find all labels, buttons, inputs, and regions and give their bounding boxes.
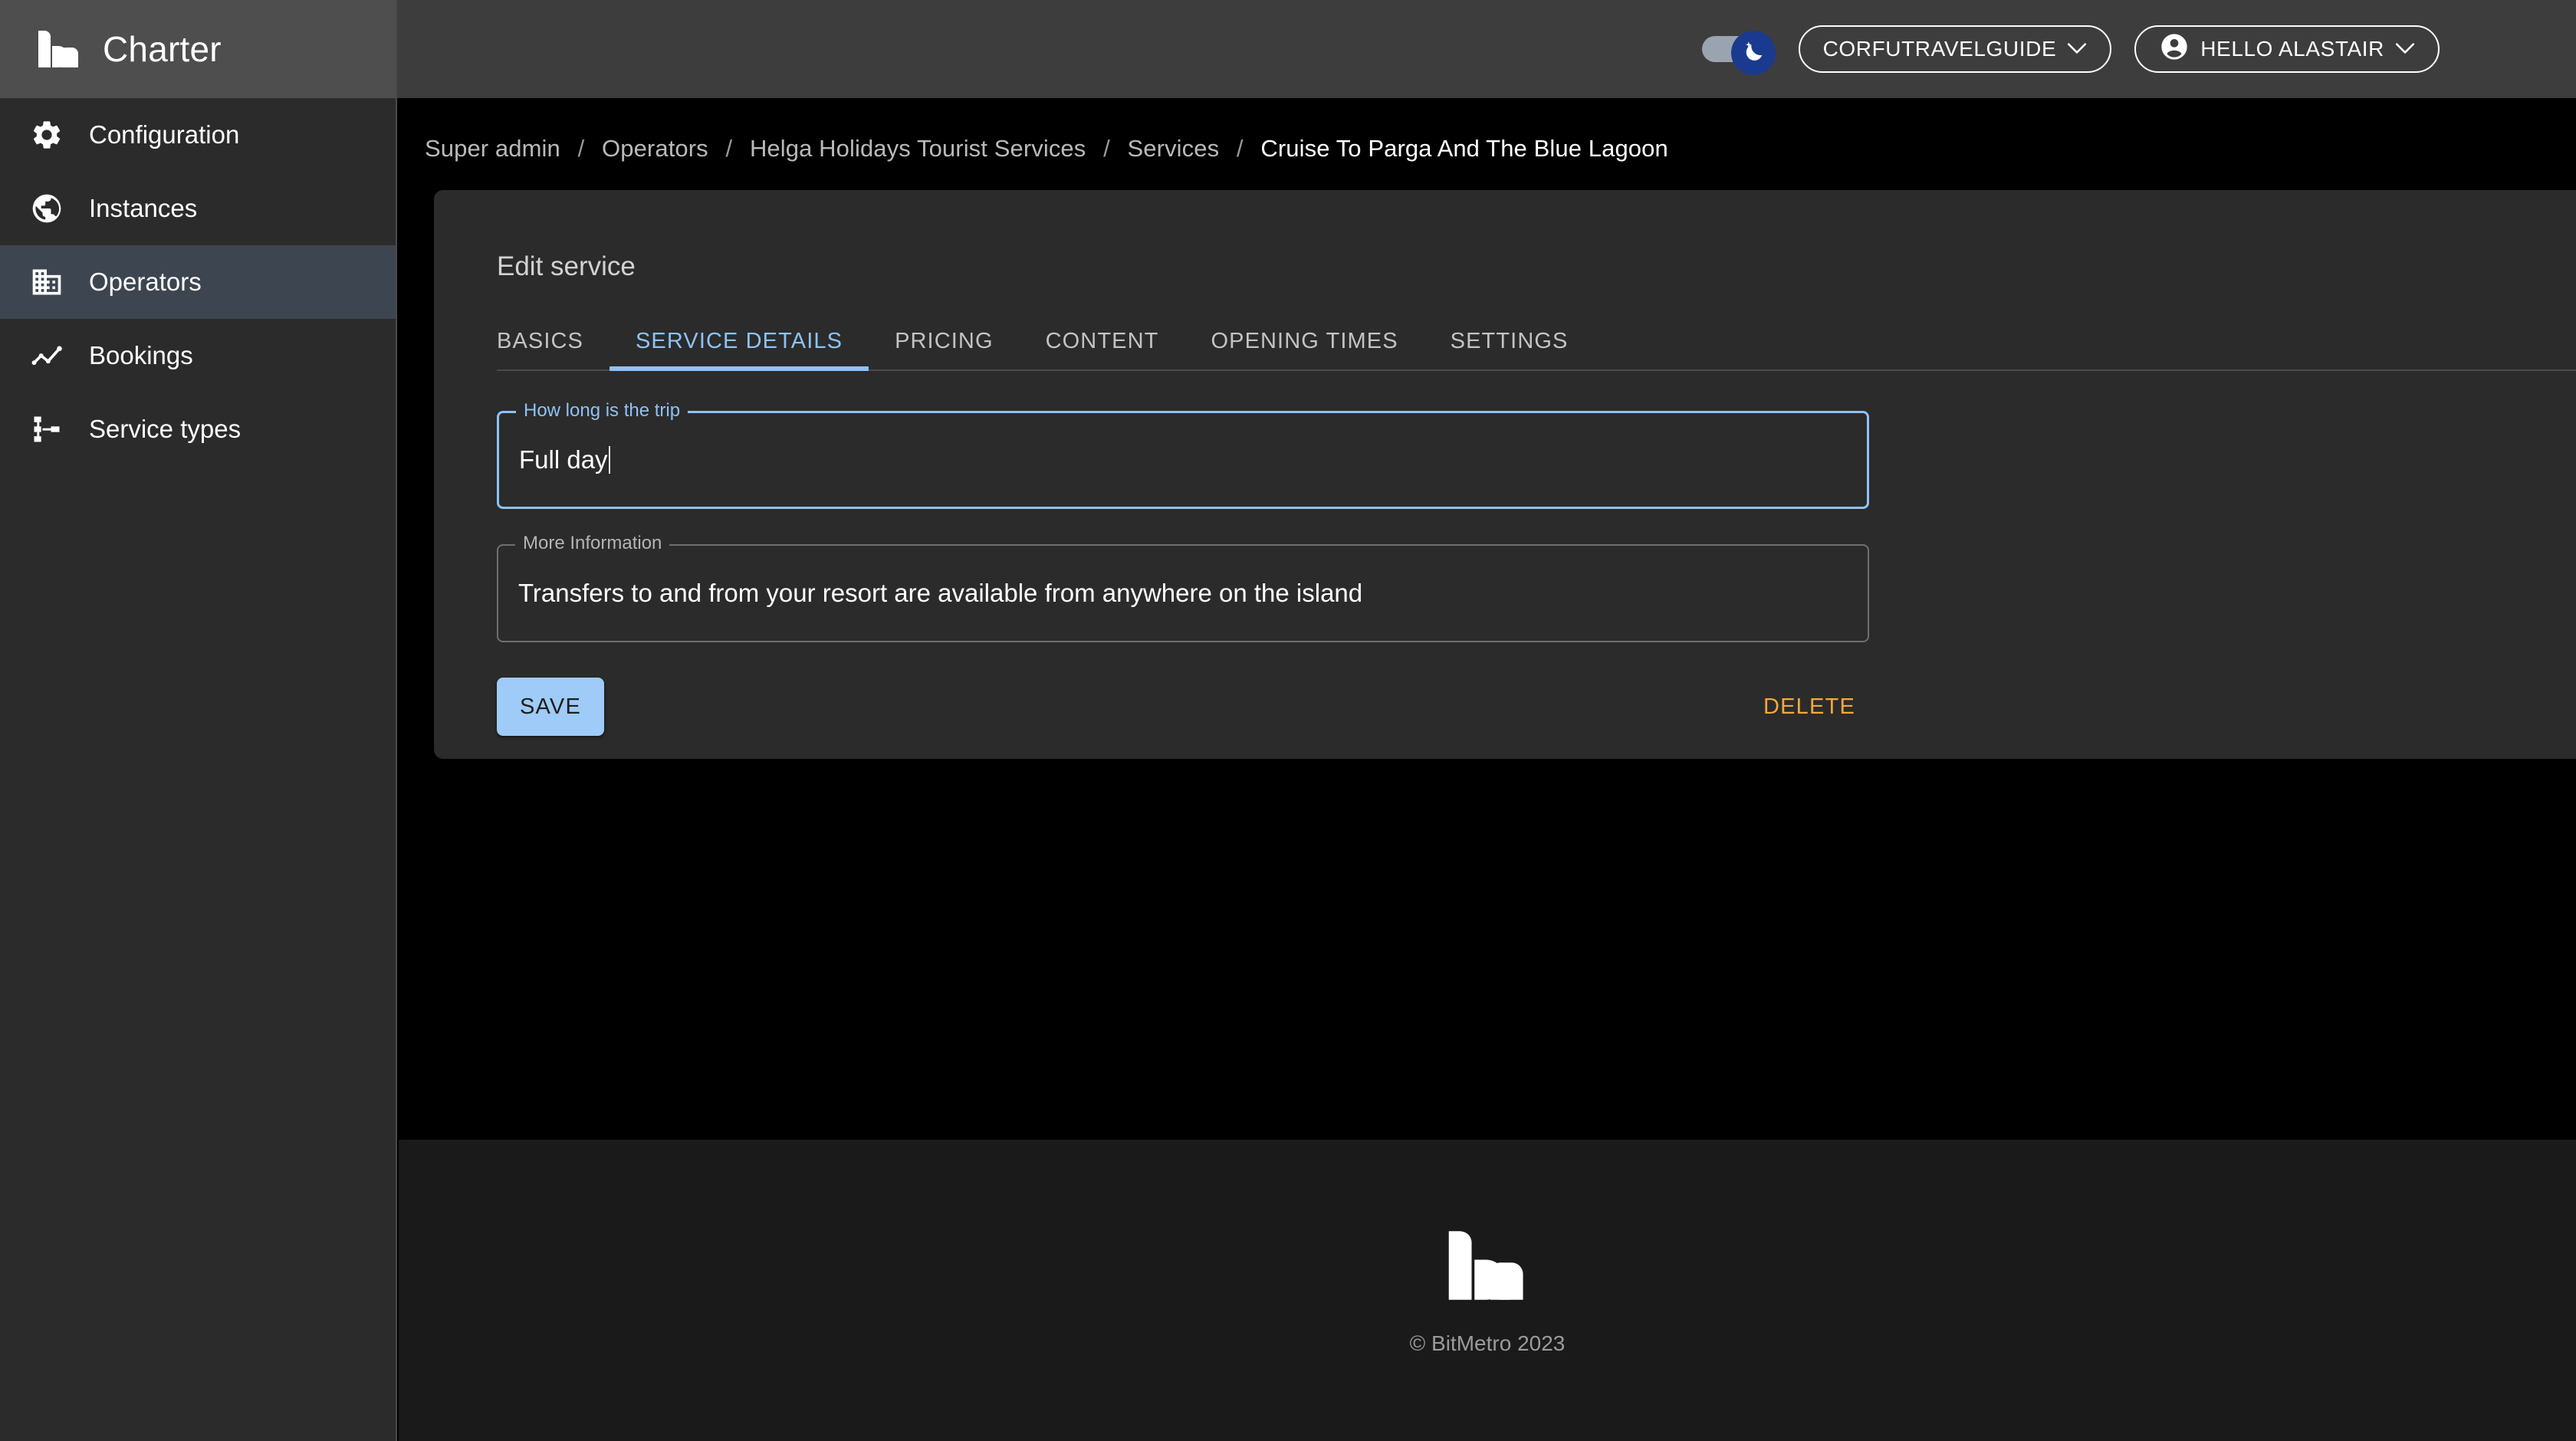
- breadcrumb-separator: /: [1103, 135, 1110, 162]
- trip-duration-label: How long is the trip: [516, 402, 688, 420]
- sidebar-header: Charter: [0, 0, 396, 98]
- user-menu-label: HELLO ALASTAIR: [2200, 37, 2384, 61]
- brand-title: Charter: [103, 29, 222, 69]
- tab-settings[interactable]: SETTINGS: [1424, 329, 1595, 369]
- page-title: Edit service: [497, 251, 636, 281]
- tab-bar: BASICS SERVICE DETAILS PRICING CONTENT O…: [497, 316, 2576, 371]
- sidebar-item-operators[interactable]: Operators: [0, 245, 396, 319]
- form-fields: How long is the trip Full day More Infor…: [497, 402, 2576, 642]
- sidebar-item-label: Bookings: [89, 341, 193, 369]
- user-menu-button[interactable]: HELLO ALASTAIR: [2134, 25, 2440, 73]
- more-information-value: Transfers to and from your resort are av…: [518, 579, 1363, 607]
- sidebar-item-label: Service types: [89, 415, 242, 443]
- sidebar-item-service-types[interactable]: Service types: [0, 392, 396, 466]
- copyright-text: © BitMetro 2023: [1409, 1331, 1566, 1355]
- building-icon: [21, 265, 72, 299]
- bitmetro-logo-icon: [1446, 1226, 1529, 1305]
- moon-star-icon: [1740, 38, 1766, 68]
- delete-button[interactable]: DELETE: [1750, 682, 1869, 732]
- trip-duration-value: Full day: [519, 445, 610, 474]
- form-actions: SAVE DELETE: [497, 678, 1869, 736]
- app-root: Charter Configuration Instances Operator…: [0, 0, 2576, 1441]
- sidebar-item-instances[interactable]: Instances: [0, 172, 396, 245]
- breadcrumb-item[interactable]: Services: [1128, 135, 1220, 162]
- tab-basics[interactable]: BASICS: [497, 329, 610, 369]
- sidebar-item-configuration[interactable]: Configuration: [0, 98, 396, 172]
- chevron-down-icon: [2395, 41, 2415, 57]
- edit-service-card: Edit service BASICS SERVICE DETAILS PRIC…: [434, 190, 2576, 759]
- breadcrumb-item[interactable]: Super admin: [425, 135, 560, 162]
- trip-duration-text: Full day: [519, 445, 608, 474]
- text-caret: [608, 446, 610, 474]
- breadcrumb-item[interactable]: Helga Holidays Tourist Services: [750, 135, 1086, 162]
- dark-mode-toggle[interactable]: [1701, 31, 1776, 75]
- globe-icon: [21, 192, 72, 225]
- sidebar-nav: Configuration Instances Operators Bookin…: [0, 98, 396, 466]
- instance-selector-button[interactable]: CORFUTRAVELGUIDE: [1798, 25, 2112, 73]
- trip-duration-field[interactable]: How long is the trip Full day: [497, 402, 1869, 509]
- sidebar-item-bookings[interactable]: Bookings: [0, 319, 396, 392]
- line-chart-icon: [21, 339, 72, 373]
- main-content: Super admin / Operators / Helga Holidays…: [399, 98, 2576, 1140]
- gear-icon: [21, 118, 72, 152]
- account-circle-icon: [2159, 31, 2190, 67]
- instance-selector-label: CORFUTRAVELGUIDE: [1822, 37, 2057, 61]
- more-information-field[interactable]: More Information Transfers to and from y…: [497, 534, 1869, 642]
- tab-service-details[interactable]: SERVICE DETAILS: [609, 329, 869, 371]
- tab-pricing[interactable]: PRICING: [869, 329, 1020, 369]
- toggle-knob: [1730, 31, 1776, 75]
- tab-opening-times[interactable]: OPENING TIMES: [1184, 329, 1424, 369]
- sidebar: Charter Configuration Instances Operator…: [0, 0, 397, 1441]
- sitemap-icon: [21, 412, 72, 446]
- more-information-label: More Information: [515, 534, 670, 553]
- breadcrumb-item[interactable]: Operators: [602, 135, 708, 162]
- breadcrumb-item-current: Cruise To Parga And The Blue Lagoon: [1260, 135, 1668, 162]
- sidebar-item-label: Configuration: [89, 120, 240, 149]
- bitmetro-logo-icon: [37, 29, 81, 69]
- sidebar-item-label: Operators: [89, 268, 202, 296]
- top-header-bar: CORFUTRAVELGUIDE HELLO ALASTAIR: [397, 0, 2576, 98]
- page-footer: © BitMetro 2023: [399, 1140, 2576, 1441]
- sidebar-item-label: Instances: [89, 194, 198, 222]
- chevron-down-icon: [2067, 41, 2087, 57]
- tab-content[interactable]: CONTENT: [1020, 329, 1185, 369]
- save-button[interactable]: SAVE: [497, 678, 605, 736]
- breadcrumb-separator: /: [725, 135, 733, 162]
- breadcrumb-separator: /: [577, 135, 585, 162]
- breadcrumb-separator: /: [1236, 135, 1244, 162]
- breadcrumb: Super admin / Operators / Helga Holidays…: [399, 98, 2576, 162]
